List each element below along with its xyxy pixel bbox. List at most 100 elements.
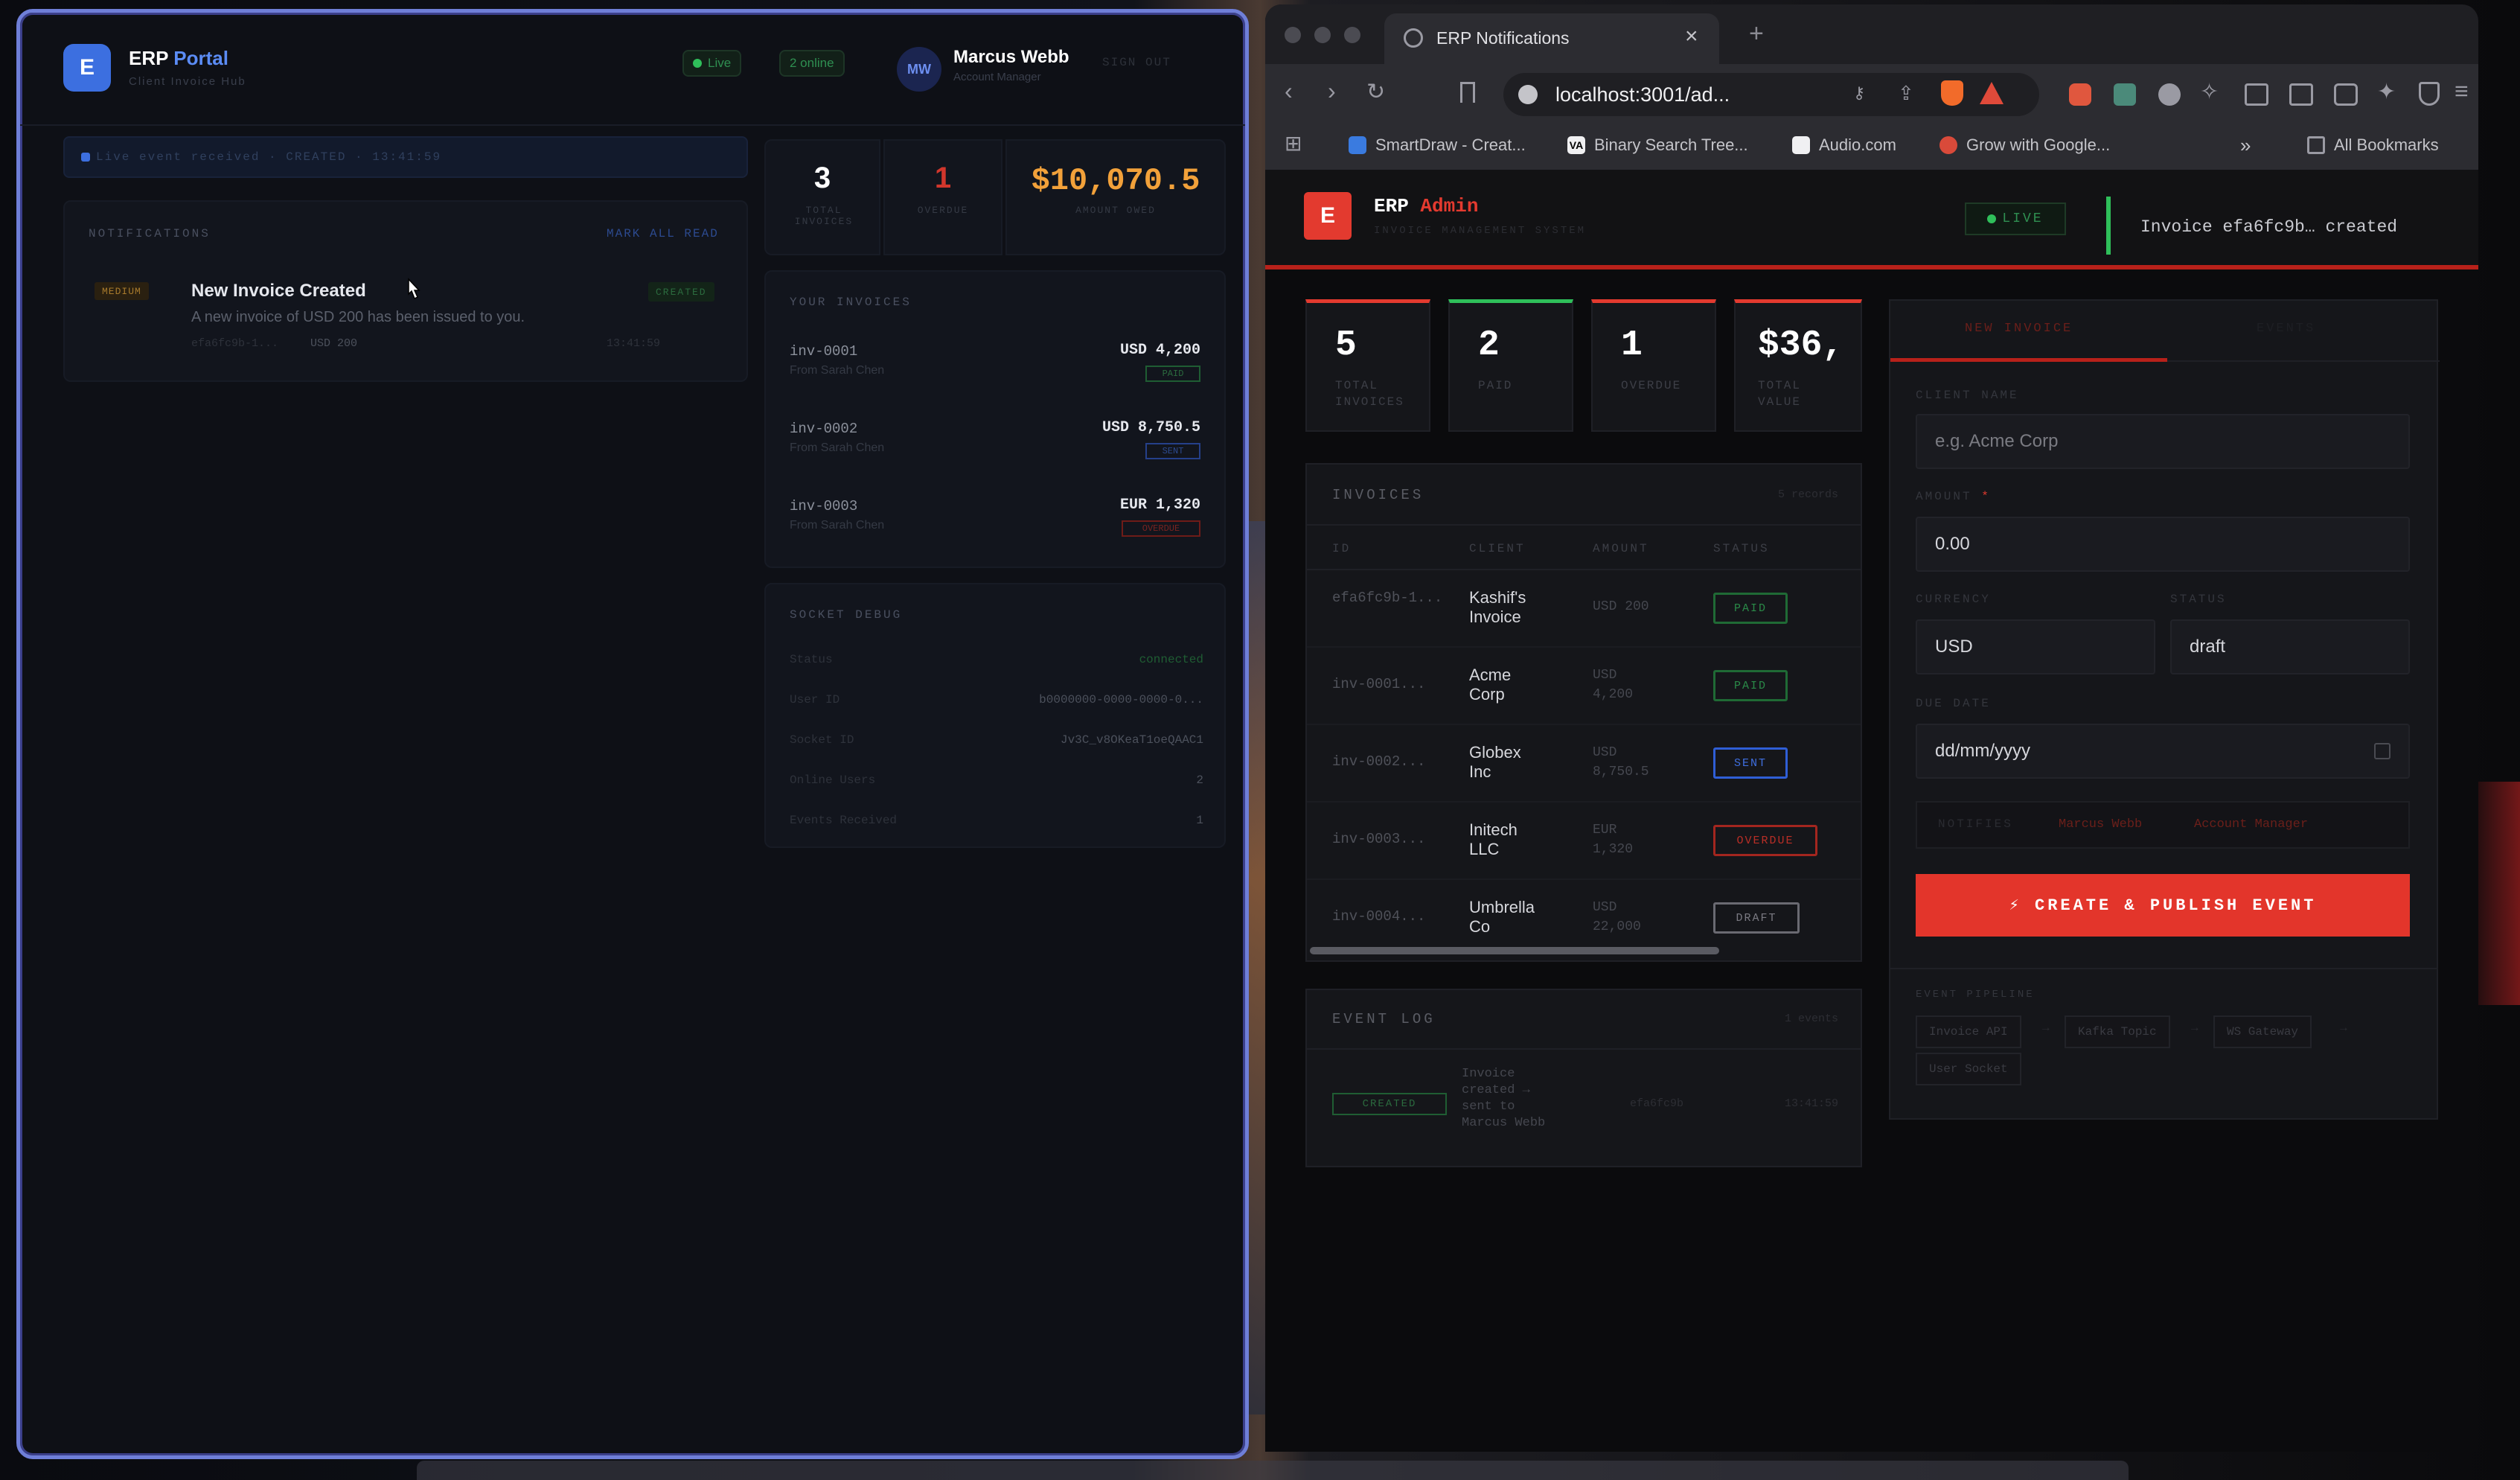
mark-all-read-link[interactable]: MARK ALL READ [607,227,719,240]
forward-icon[interactable]: › [1328,77,1336,105]
status-select[interactable]: draft [2170,619,2410,674]
create-publish-event-button[interactable]: ⚡ CREATE & PUBLISH EVENT [1916,874,2410,937]
key-icon[interactable]: ⚷ [1853,83,1865,103]
more-bookmarks-button[interactable]: » [2240,134,2251,157]
admin-subtitle: INVOICE MANAGEMENT SYSTEM [1374,225,1587,237]
bookmark-binary-search[interactable]: VA Binary Search Tree... [1567,135,1748,155]
live-dot-icon [1987,214,1997,223]
close-window-button[interactable] [1285,27,1301,43]
extension-icon[interactable] [2069,83,2091,106]
row-id: efa6fc9b-1... [1332,590,1443,606]
column-header-id[interactable]: ID [1332,542,1351,555]
status-badge: PAID [1713,593,1788,624]
tab-new-invoice[interactable]: NEW INVOICE [1890,301,2167,362]
column-header-client[interactable]: CLIENT [1469,542,1526,555]
event-log-panel: EVENT LOG 1 events CREATED Invoice creat… [1305,989,1862,1167]
client-name-input[interactable]: e.g. Acme Corp [1916,414,2410,469]
stat-label: TOTAL INVOICES [794,205,854,227]
column-header-status[interactable]: STATUS [1713,542,1770,555]
extension-icon[interactable] [2158,83,2181,106]
bookmark-grow-google[interactable]: Grow with Google... [1939,135,2110,155]
row-amount: USD 22,000 [1593,900,1641,934]
extension-icon[interactable] [2245,83,2268,106]
pipeline-arrow-icon: → [2042,1021,2050,1035]
status-badge: OVERDUE [1122,520,1200,537]
sidebar-icon[interactable] [2289,83,2313,106]
invoice-from: From Sarah Chen [790,364,885,377]
row-client: Acme Corp [1469,666,1512,704]
stat-label: OVERDUE [917,205,969,216]
leo-icon[interactable]: ✦ [2377,79,2396,105]
table-row[interactable]: inv-0001... Acme Corp USD 4,200 PAID [1307,648,1861,725]
records-count: 5 records [1777,488,1838,501]
avatar[interactable]: MW [897,47,941,92]
event-log-item[interactable]: CREATED Invoice created → sent to Marcus… [1307,1050,1861,1161]
new-tab-button[interactable]: + [1749,19,1764,48]
stat-value: 1 [934,162,952,194]
invoice-id: inv-0001 [790,343,858,360]
site-info-icon[interactable] [1518,85,1538,104]
bookmark-audio[interactable]: Audio.com [1792,135,1896,155]
amount-input[interactable]: 0.00 [1916,517,2410,572]
maximize-window-button[interactable] [1344,27,1360,43]
due-date-input[interactable]: dd/mm/yyyy [1916,724,2410,779]
bookmark-favicon-icon [1939,136,1957,154]
close-tab-icon[interactable]: × [1685,24,1698,49]
table-row[interactable]: efa6fc9b-1... Kashif's Invoice USD 200 P… [1307,570,1861,648]
bookmark-smartdraw[interactable]: SmartDraw - Creat... [1349,135,1526,155]
stat-label: PAID [1478,379,1513,392]
puzzle-icon[interactable]: ✧ [2200,79,2219,105]
invoices-table: INVOICES 5 records ID CLIENT AMOUNT STAT… [1305,463,1862,962]
share-icon[interactable]: ⇪ [1898,82,1914,105]
url-field[interactable]: localhost:3001/ad... ⚷ ⇪ [1503,73,2039,116]
address-bar-row: ‹ › ↻ localhost:3001/ad... ⚷ ⇪ ✧ ✦ ≡ [1265,64,2478,131]
toast-message: Invoice efa6fc9b… created [2140,217,2398,237]
table-row[interactable]: inv-0004... Umbrella Co USD 22,000 DRAFT [1307,880,1861,956]
menu-icon[interactable]: ≡ [2455,77,2469,105]
calendar-icon[interactable] [2374,743,2391,759]
url-text: localhost:3001/ad... [1555,83,1730,106]
portal-header: E ERP Portal Client Invoice Hub Live 2 o… [20,13,1245,126]
dock[interactable] [417,1461,2129,1480]
reload-icon[interactable]: ↻ [1366,79,1385,105]
brave-rewards-icon[interactable] [1980,82,2003,104]
event-log-title: EVENT LOG [1332,1011,1436,1027]
created-badge: CREATED [648,282,714,302]
wallet-icon[interactable] [2334,83,2358,106]
horizontal-scrollbar[interactable] [1310,947,1719,954]
all-bookmarks-button[interactable]: All Bookmarks [2307,135,2439,155]
column-header-amount[interactable]: AMOUNT [1593,542,1649,555]
invoice-row[interactable]: inv-0002 From Sarah Chen USD 8,750.5 SEN… [766,409,1224,480]
pipeline-arrow-icon: → [2340,1021,2347,1035]
back-icon[interactable]: ‹ [1285,77,1293,105]
bookmark-favicon-icon [1349,136,1366,154]
sign-out-button[interactable]: SIGN OUT [1102,56,1171,69]
bookmark-icon[interactable] [1460,82,1475,103]
event-badge: CREATED [1332,1093,1447,1115]
currency-select[interactable]: USD [1916,619,2155,674]
invoice-row[interactable]: inv-0001 From Sarah Chen USD 4,200 PAID [766,331,1224,403]
event-text: Invoice created → sent to Marcus Webb [1462,1067,1546,1130]
user-role: Account Manager [953,71,1041,83]
invoice-row[interactable]: inv-0003 From Sarah Chen EUR 1,320 OVERD… [766,486,1224,558]
pipeline-step: WS Gateway [2213,1015,2312,1048]
admin-header: E ERP Admin INVOICE MANAGEMENT SYSTEM LI… [1265,170,2478,269]
notification-body: A new invoice of USD 200 has been issued… [191,309,525,325]
tab-erp-notifications[interactable]: ERP Notifications × [1384,13,1719,64]
socket-row: Socket ID Jv3C_v8OKeaT1oeQAAC1 [790,733,1203,747]
tab-events[interactable]: EVENTS [2167,301,2440,362]
event-count: 1 events [1784,1012,1838,1025]
row-amount: EUR 1,320 [1593,823,1634,857]
vpn-icon[interactable] [2419,82,2440,106]
portal-subtitle: Client Invoice Hub [129,75,246,88]
extension-icon[interactable] [2114,83,2136,106]
table-row[interactable]: inv-0003... Initech LLC EUR 1,320 OVERDU… [1307,803,1861,880]
notification-item[interactable]: MEDIUM New Invoice Created A new invoice… [65,264,746,376]
amount-label: AMOUNT * [1916,490,1991,503]
status-badge: SENT [1713,747,1788,779]
brave-shield-icon[interactable] [1941,80,1963,106]
minimize-window-button[interactable] [1314,27,1331,43]
table-row[interactable]: inv-0002... Globex Inc USD 8,750.5 SENT [1307,725,1861,803]
notification-title: New Invoice Created [191,281,366,301]
apps-grid-icon[interactable]: ⊞ [1285,131,1302,156]
